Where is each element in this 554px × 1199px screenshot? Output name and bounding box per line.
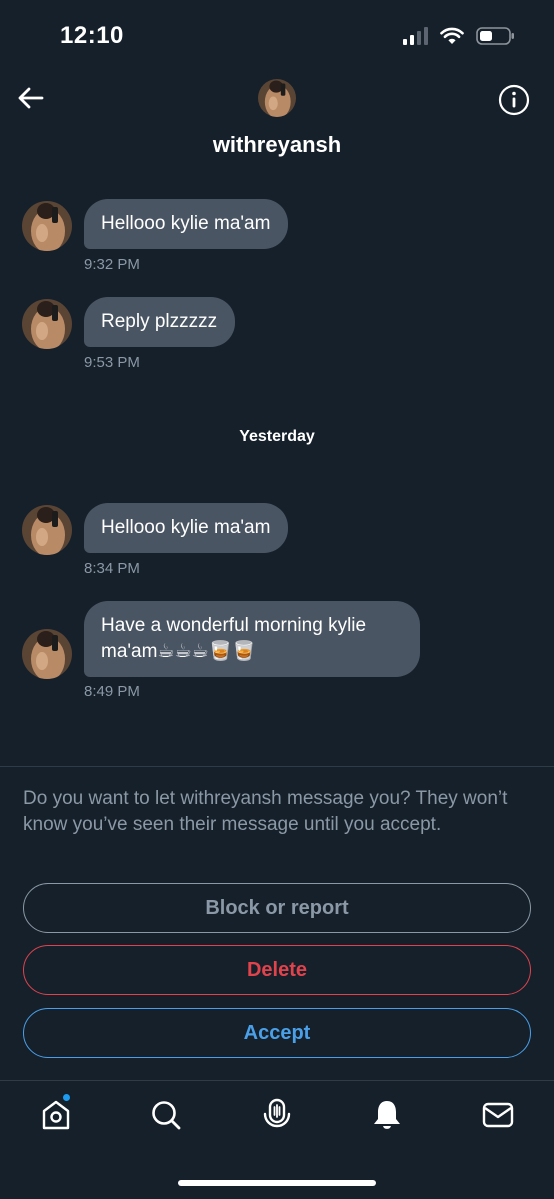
message-timestamp: 9:32 PM <box>84 256 140 273</box>
status-icons <box>403 26 516 46</box>
spaces-icon <box>263 1098 291 1128</box>
accept-button[interactable]: Accept <box>23 1008 531 1058</box>
arrow-left-icon <box>18 87 44 109</box>
conversation-username[interactable]: withreyansh <box>0 132 554 158</box>
avatar-image <box>258 79 296 117</box>
back-button[interactable] <box>14 82 46 114</box>
wifi-icon <box>440 27 464 44</box>
dm-request-screen: 12:10 withreyansh Hellooo kylie ma'am 9:… <box>0 0 554 1199</box>
message-bubble[interactable]: Hellooo kylie ma'am <box>84 199 289 249</box>
cellular-signal-icon <box>403 27 428 45</box>
message-request-prompt: Do you want to let withreyansh message y… <box>23 788 508 835</box>
bottom-tab-bar <box>0 1081 554 1151</box>
block-or-report-button[interactable]: Block or report <box>23 883 531 933</box>
sender-avatar[interactable] <box>22 299 72 349</box>
tab-home[interactable] <box>38 1093 74 1133</box>
sender-avatar[interactable] <box>22 629 72 679</box>
message-bubble[interactable]: Reply plzzzzz <box>84 297 236 347</box>
messages-icon <box>482 1102 514 1128</box>
tab-notifications[interactable] <box>369 1097 405 1133</box>
message-bubble[interactable]: Hellooo kylie ma'am <box>84 503 289 553</box>
home-icon <box>42 1100 70 1130</box>
status-time: 12:10 <box>60 22 124 49</box>
tab-search[interactable] <box>148 1097 184 1133</box>
header-avatar[interactable] <box>258 79 296 117</box>
tab-spaces[interactable] <box>259 1097 295 1133</box>
message-timestamp: 9:53 PM <box>84 354 140 371</box>
sender-avatar[interactable] <box>22 505 72 555</box>
home-indicator <box>178 1180 376 1186</box>
search-icon <box>152 1101 181 1130</box>
battery-icon <box>476 27 514 45</box>
info-button[interactable] <box>498 84 530 116</box>
message-timestamp: 8:49 PM <box>84 683 140 700</box>
status-bar: 12:10 <box>0 0 554 70</box>
notifications-icon <box>374 1101 400 1129</box>
tab-messages[interactable] <box>480 1097 516 1133</box>
sender-avatar[interactable] <box>22 201 72 251</box>
delete-button[interactable]: Delete <box>23 945 531 995</box>
conversation-header: withreyansh <box>0 70 554 170</box>
day-separator: Yesterday <box>239 428 315 445</box>
divider <box>0 766 554 767</box>
message-bubble[interactable]: Have a wonderful morning kylie ma'am☕☕☕🥃… <box>84 601 420 677</box>
info-circle-icon <box>498 84 530 116</box>
message-timestamp: 8:34 PM <box>84 560 140 577</box>
notification-dot <box>62 1093 71 1102</box>
